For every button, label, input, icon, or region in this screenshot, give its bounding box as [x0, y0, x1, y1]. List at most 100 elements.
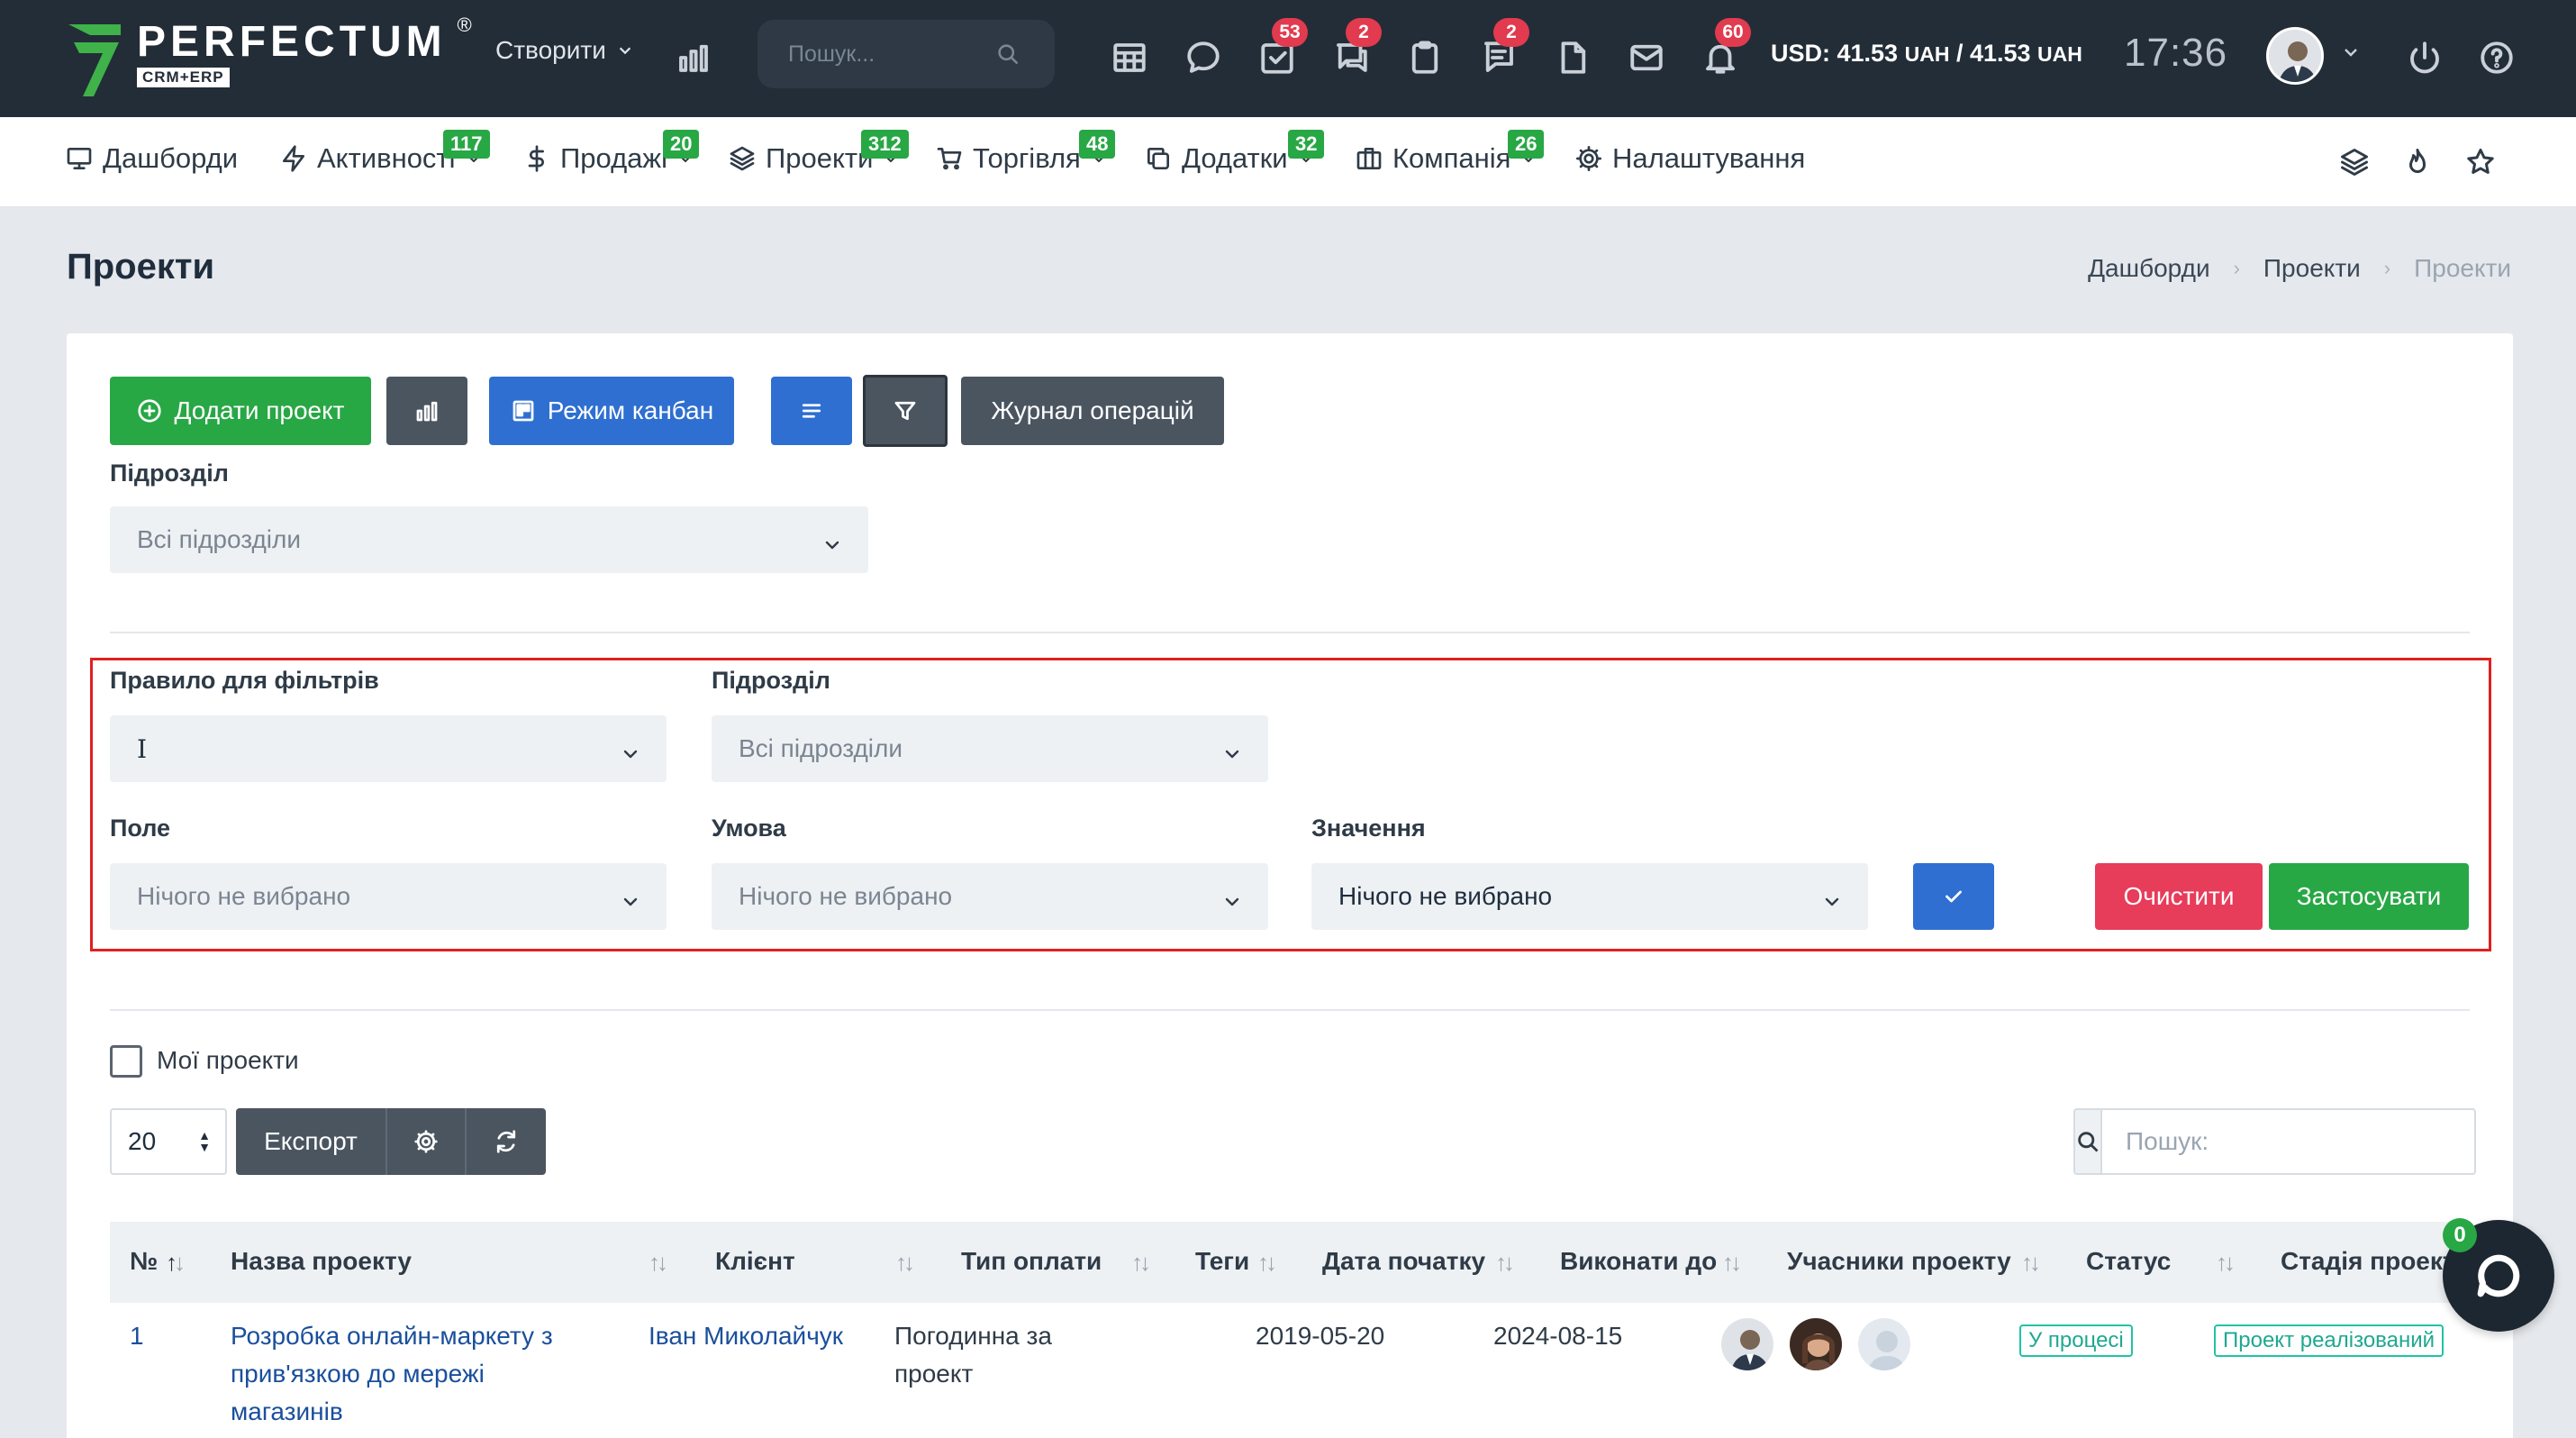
sort-icon[interactable]: ↑↓ — [1722, 1249, 1742, 1277]
sort-icon[interactable]: ↑↓ — [649, 1249, 668, 1277]
column-header-status[interactable]: Статус — [2086, 1247, 2171, 1276]
operations-log-label: Журнал операцій — [991, 396, 1194, 424]
table-search-input[interactable] — [2100, 1108, 2476, 1175]
refresh-button[interactable] — [467, 1108, 546, 1175]
messages-icon[interactable]: 2 — [1328, 18, 1382, 81]
menu-label: Компанія — [1392, 142, 1511, 174]
column-header-project-name[interactable]: Назва проекту — [231, 1247, 412, 1276]
top-search[interactable] — [757, 20, 1055, 88]
column-header-payment-type[interactable]: Тип оплати — [961, 1247, 1102, 1276]
breadcrumb-separator-icon: › — [2233, 257, 2240, 279]
project-name-line: Розробка онлайн-маркету з — [231, 1322, 553, 1350]
column-header-due-date[interactable]: Виконати до — [1560, 1247, 1717, 1276]
document-icon[interactable] — [1549, 34, 1596, 81]
chat-bubble-icon[interactable] — [1180, 34, 1227, 81]
layers-toggle-icon[interactable] — [2338, 146, 2374, 182]
add-project-button[interactable]: Додати проект — [110, 377, 371, 445]
menu-badge: 117 — [443, 130, 490, 159]
breadcrumb-dashboards[interactable]: Дашборди — [2088, 254, 2210, 283]
column-header-number[interactable]: № — [130, 1247, 158, 1276]
user-menu-chevron-icon[interactable] — [2342, 43, 2360, 66]
sort-icon[interactable]: ↑↓ — [1257, 1249, 1277, 1277]
fire-icon[interactable] — [2401, 146, 2437, 182]
menu-item-dashboards[interactable]: Дашборди — [65, 142, 238, 175]
sort-icon[interactable]: ↑↓ — [2216, 1249, 2236, 1277]
power-icon[interactable] — [2401, 34, 2448, 81]
menu-item-sales[interactable]: Продажі 20 — [522, 130, 700, 175]
filter-division-select[interactable]: Всі підрозділи — [712, 715, 1268, 782]
clear-filter-button[interactable]: Очистити — [2095, 863, 2263, 930]
member-avatar[interactable] — [1719, 1315, 1776, 1373]
comments-icon[interactable]: 2 — [1475, 18, 1529, 81]
table-search — [2073, 1108, 2476, 1175]
row-project-name[interactable]: Розробка онлайн-маркету з прив'язкою до … — [231, 1317, 609, 1431]
column-header-members[interactable]: Учасники проекту — [1787, 1247, 2011, 1276]
list-view-button[interactable] — [771, 377, 852, 445]
star-icon[interactable] — [2464, 146, 2500, 182]
logo[interactable]: PERFECTUM ® CRM+ERP — [67, 14, 472, 101]
user-avatar[interactable] — [2266, 27, 2324, 85]
division-select-value: Всі підрозділи — [137, 525, 301, 553]
help-icon[interactable] — [2473, 34, 2520, 81]
sort-asc-icon[interactable]: ↑↓ — [166, 1249, 186, 1277]
menu-badge: 20 — [663, 130, 700, 159]
column-header-stage[interactable]: Стадія проекту — [2281, 1247, 2470, 1276]
operations-log-button[interactable]: Журнал операцій — [961, 377, 1224, 445]
sort-icon[interactable]: ↑↓ — [2021, 1249, 2041, 1277]
menu-item-settings[interactable]: Налаштування — [1574, 142, 1805, 175]
breadcrumb-current: Проекти — [2414, 254, 2511, 282]
member-avatar[interactable] — [1855, 1315, 1913, 1373]
filter-rule-select[interactable]: I — [110, 715, 667, 782]
export-button[interactable]: Експорт — [236, 1108, 387, 1175]
bell-icon[interactable]: 60 — [1697, 18, 1751, 81]
search-icon — [998, 44, 1019, 65]
mail-icon[interactable] — [1623, 34, 1670, 81]
top-search-input[interactable] — [788, 41, 995, 68]
breadcrumb-projects[interactable]: Проекти — [2263, 254, 2361, 283]
top-bar: PERFECTUM ® CRM+ERP Створити 53 2 2 — [0, 0, 2576, 117]
sort-icon[interactable]: ↑↓ — [895, 1249, 915, 1277]
status-badge: У процесі — [2019, 1324, 2133, 1357]
column-header-tags[interactable]: Теги — [1195, 1247, 1249, 1276]
menu-item-company[interactable]: Компанія 26 — [1355, 130, 1545, 175]
stats-icon[interactable] — [670, 34, 717, 81]
currency-unit: UAH — [1904, 42, 1950, 66]
filter-button[interactable] — [863, 375, 948, 447]
menu-item-projects[interactable]: Проекти 312 — [728, 130, 909, 175]
division-select[interactable]: Всі підрозділи — [110, 506, 868, 573]
row-number[interactable]: 1 — [130, 1317, 144, 1355]
filter-value-value: Нічого не вибрано — [1338, 882, 1553, 910]
column-header-client[interactable]: Клієнт — [715, 1247, 795, 1276]
page-size-select[interactable]: 20 ▲ ▼ — [110, 1108, 227, 1175]
create-dropdown[interactable]: Створити — [495, 36, 633, 65]
column-settings-button[interactable] — [387, 1108, 467, 1175]
chevron-down-icon — [619, 47, 631, 55]
clipboard-icon[interactable] — [1401, 34, 1448, 81]
member-avatar[interactable] — [1787, 1315, 1845, 1373]
tasks-icon[interactable]: 53 — [1254, 18, 1308, 81]
column-header-start-date[interactable]: Дата початку — [1322, 1247, 1485, 1276]
filter-condition-select[interactable]: Нічого не вибрано — [712, 863, 1268, 930]
sort-icon[interactable]: ↑↓ — [1131, 1249, 1151, 1277]
comments-badge: 2 — [1493, 18, 1529, 47]
currency-uah-value: / 41.53 — [1949, 40, 2038, 67]
my-projects-checkbox[interactable] — [110, 1045, 142, 1078]
messages-badge: 2 — [1346, 18, 1382, 47]
logo-subtitle: CRM+ERP — [137, 68, 230, 87]
apply-filter-button[interactable]: Застосувати — [2269, 863, 2469, 930]
menu-item-trade[interactable]: Торгівля 48 — [935, 130, 1116, 175]
filter-field-select[interactable]: Нічого не вибрано — [110, 863, 667, 930]
kanban-mode-button[interactable]: Режим канбан — [489, 377, 734, 445]
menu-item-activities[interactable]: Активності 117 — [279, 130, 490, 175]
filter-value-select[interactable]: Нічого не вибрано — [1311, 863, 1868, 930]
sort-icon[interactable]: ↑↓ — [1495, 1249, 1515, 1277]
payment-type-line: Погодинна за — [894, 1322, 1052, 1350]
confirm-filter-button[interactable] — [1913, 863, 1994, 930]
row-client[interactable]: Іван Миколайчук — [649, 1317, 843, 1355]
dollar-icon — [528, 145, 544, 172]
menu-item-addons[interactable]: Додатки 32 — [1144, 130, 1325, 175]
chart-view-button[interactable] — [386, 377, 467, 445]
calendar-table-icon[interactable] — [1106, 34, 1153, 81]
chat-bubble-icon — [2477, 1254, 2520, 1297]
gear-icon — [1576, 146, 1601, 171]
